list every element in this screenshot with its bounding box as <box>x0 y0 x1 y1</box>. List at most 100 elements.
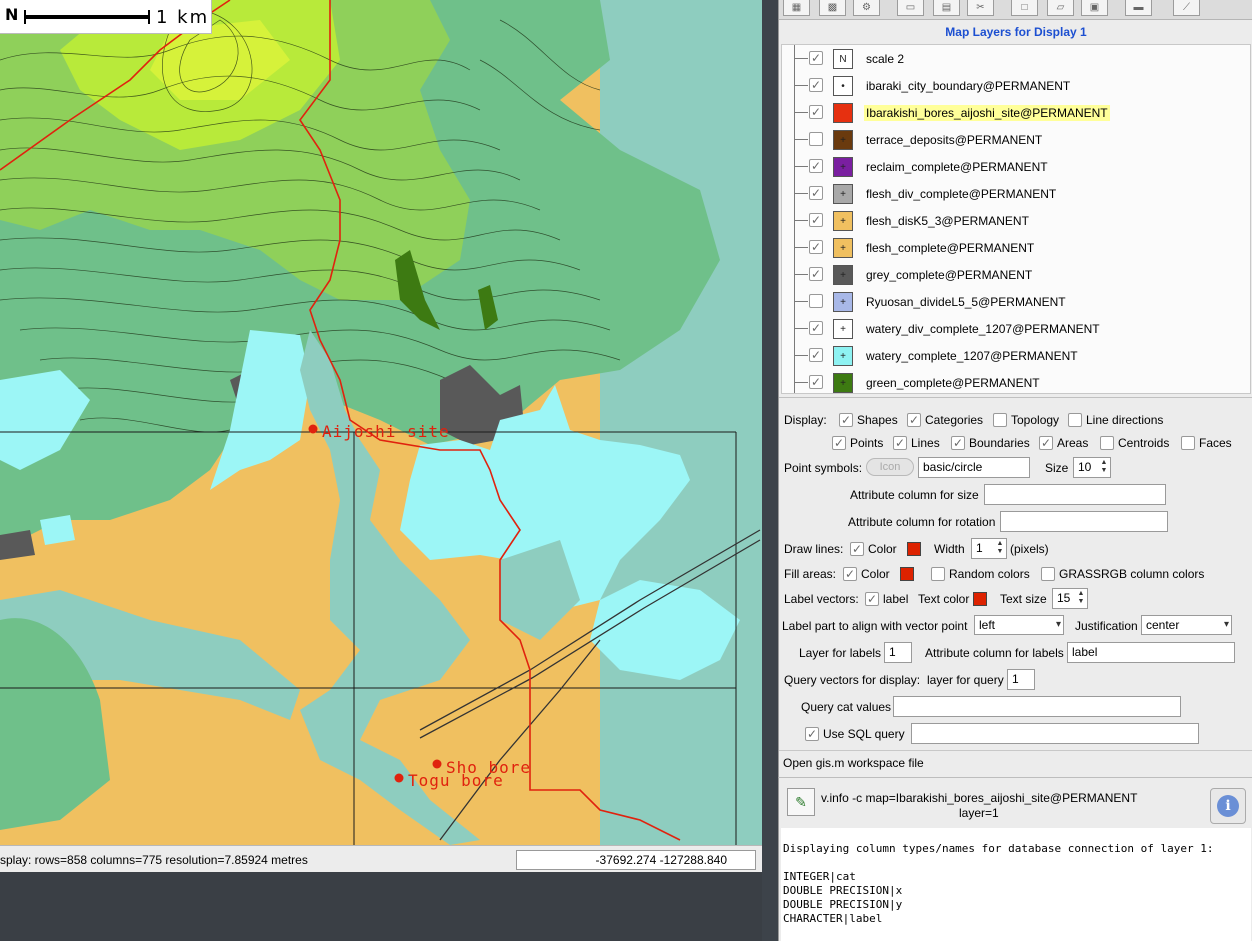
vector-area-icon: + <box>833 346 853 366</box>
topology-checkbox[interactable]: Topology <box>993 412 1059 427</box>
add-raster-icon[interactable]: ▦ <box>783 0 810 16</box>
settings-icon[interactable]: ⟋ <box>1173 0 1200 16</box>
use-sql-checkbox[interactable]: ✓ Use SQL query <box>805 726 905 741</box>
spinner-arrows-icon[interactable]: ▲ ▼ <box>1076 590 1086 607</box>
pane-splitter[interactable] <box>779 397 1252 403</box>
layer-row[interactable]: ✓ + reclaim_complete@PERMANENT <box>782 153 1250 180</box>
sql-query-field[interactable] <box>911 723 1199 744</box>
label-checkbox[interactable]: ✓ label <box>865 591 908 606</box>
text-size-spinner[interactable]: 15 ▲ ▼ <box>1052 588 1088 609</box>
layer-visibility-checkbox[interactable]: ✓ <box>809 186 823 200</box>
layer-name[interactable]: watery_div_complete_1207@PERMANENT <box>864 321 1102 337</box>
attr-rotation-field[interactable] <box>1000 511 1168 532</box>
attr-labels-field[interactable]: label <box>1067 642 1235 663</box>
layer-row[interactable]: ✓ + watery_complete_1207@PERMANENT <box>782 342 1250 369</box>
open-workspace-link[interactable]: Open gis.m workspace file <box>779 750 1252 774</box>
layer-name[interactable]: reclaim_complete@PERMANENT <box>864 159 1050 175</box>
add-rgb-icon[interactable]: ▩ <box>819 0 846 16</box>
line-color-checkbox[interactable]: ✓ Color <box>850 541 897 556</box>
boundaries-checkbox[interactable]: ✓ Boundaries <box>951 435 1030 450</box>
new-workspace-icon[interactable]: □ <box>1011 0 1038 16</box>
bore-point-togu[interactable] <box>394 773 404 783</box>
point-symbols-label: Point symbols: <box>784 461 863 475</box>
layer-visibility-checkbox[interactable]: ✓ <box>809 78 823 92</box>
layer-name[interactable]: green_complete@PERMANENT <box>864 375 1042 391</box>
symbol-field[interactable]: basic/circle <box>918 457 1030 478</box>
command-icon[interactable]: ✎ <box>787 788 815 816</box>
console-output[interactable]: Displaying column types/names for databa… <box>781 828 1251 941</box>
layer-row[interactable]: ✓ • ibaraki_city_boundary@PERMANENT <box>782 72 1250 99</box>
fill-color-checkbox[interactable]: ✓ Color <box>843 566 890 581</box>
layer-name[interactable]: Ryuosan_divideL5_5@PERMANENT <box>864 294 1068 310</box>
layer-visibility-checkbox[interactable] <box>809 132 823 146</box>
layer-row[interactable]: ✓ + watery_div_complete_1207@PERMANENT <box>782 315 1250 342</box>
layer-row[interactable]: ✓ + green_complete@PERMANENT <box>782 369 1250 393</box>
save-icon[interactable]: ▣ <box>1081 0 1108 16</box>
areas-checkbox[interactable]: ✓ Areas <box>1039 435 1088 450</box>
layer-row[interactable]: + Ryuosan_divideL5_5@PERMANENT <box>782 288 1250 315</box>
layer-row[interactable]: ✓ + grey_complete@PERMANENT <box>782 261 1250 288</box>
layer-visibility-checkbox[interactable]: ✓ <box>809 348 823 362</box>
bore-point-aijoshi[interactable] <box>308 424 318 434</box>
map-canvas[interactable]: Aijoshi site Sho bore Togu bore N 1 km <box>0 0 762 845</box>
help-button[interactable]: i <box>1210 788 1246 824</box>
line-color-button[interactable] <box>907 542 921 556</box>
delete-icon[interactable]: ✂ <box>967 0 994 16</box>
layer-visibility-checkbox[interactable]: ✓ <box>809 159 823 173</box>
categories-checkbox[interactable]: ✓ Categories <box>907 412 983 427</box>
layer-name[interactable]: scale 2 <box>864 51 906 67</box>
layer-name[interactable]: flesh_div_complete@PERMANENT <box>864 186 1058 202</box>
layer-visibility-checkbox[interactable]: ✓ <box>809 213 823 227</box>
fill-color-button[interactable] <box>900 567 914 581</box>
shapes-checkbox[interactable]: ✓ Shapes <box>839 412 898 427</box>
layer-row[interactable]: ✓ Ibarakishi_bores_aijoshi_site@PERMANENT <box>782 99 1250 126</box>
line-directions-checkbox[interactable]: Line directions <box>1068 412 1163 427</box>
grassrgb-checkbox[interactable]: GRASSRGB column colors <box>1041 566 1204 581</box>
text-color-button[interactable] <box>973 592 987 606</box>
layer-name[interactable]: watery_complete_1207@PERMANENT <box>864 348 1080 364</box>
layer-name[interactable]: Ibarakishi_bores_aijoshi_site@PERMANENT <box>864 105 1110 121</box>
layer-name[interactable]: grey_complete@PERMANENT <box>864 267 1034 283</box>
layer-row[interactable]: ✓ + flesh_disK5_3@PERMANENT <box>782 207 1250 234</box>
size-spinner[interactable]: 10 ▲ ▼ <box>1073 457 1111 478</box>
layer-visibility-checkbox[interactable]: ✓ <box>809 375 823 389</box>
bore-point-sho[interactable] <box>432 759 442 769</box>
layer-row[interactable]: + terrace_deposits@PERMANENT <box>782 126 1250 153</box>
layer-name[interactable]: ibaraki_city_boundary@PERMANENT <box>864 78 1072 94</box>
layer-tree[interactable]: ✓ Nscale 2 ✓ • ibaraki_city_boundary@PERMANE… <box>781 44 1251 394</box>
width-spinner[interactable]: 1 ▲ ▼ <box>971 538 1007 559</box>
random-colors-checkbox[interactable]: Random colors <box>931 566 1030 581</box>
layer-row[interactable]: ✓ Nscale 2 <box>782 45 1250 72</box>
layer-name[interactable]: flesh_complete@PERMANENT <box>864 240 1036 256</box>
query-cat-field[interactable] <box>893 696 1181 717</box>
layer-for-labels-field[interactable]: 1 <box>884 642 912 663</box>
add-group-icon[interactable]: ▭ <box>897 0 924 16</box>
lines-checkbox[interactable]: ✓ Lines <box>893 435 940 450</box>
spinner-arrows-icon[interactable]: ▲ ▼ <box>995 540 1005 557</box>
attr-size-field[interactable] <box>984 484 1166 505</box>
icon-button[interactable]: Icon <box>866 458 914 476</box>
layer-visibility-checkbox[interactable] <box>809 294 823 308</box>
layer-name[interactable]: flesh_disK5_3@PERMANENT <box>864 213 1031 229</box>
command-text-continued: layer=1 <box>959 806 999 820</box>
print-icon[interactable]: ▬ <box>1125 0 1152 16</box>
add-text-icon[interactable]: ▤ <box>933 0 960 16</box>
justification-select[interactable]: center ▾ <box>1141 615 1232 635</box>
layer-visibility-checkbox[interactable]: ✓ <box>809 105 823 119</box>
justification-label: Justification <box>1075 619 1138 633</box>
layer-name[interactable]: terrace_deposits@PERMANENT <box>864 132 1044 148</box>
layer-row[interactable]: ✓ + flesh_div_complete@PERMANENT <box>782 180 1250 207</box>
add-vector-icon[interactable]: ⚙ <box>853 0 880 16</box>
label-align-select[interactable]: left ▾ <box>974 615 1064 635</box>
layer-visibility-checkbox[interactable]: ✓ <box>809 240 823 254</box>
layer-row[interactable]: ✓ + flesh_complete@PERMANENT <box>782 234 1250 261</box>
layer-visibility-checkbox[interactable]: ✓ <box>809 267 823 281</box>
layer-visibility-checkbox[interactable]: ✓ <box>809 51 823 65</box>
layer-visibility-checkbox[interactable]: ✓ <box>809 321 823 335</box>
points-checkbox[interactable]: ✓ Points <box>832 435 883 450</box>
open-icon[interactable]: ▱ <box>1047 0 1074 16</box>
faces-checkbox[interactable]: Faces <box>1181 435 1232 450</box>
layer-for-query-field[interactable]: 1 <box>1007 669 1035 690</box>
centroids-checkbox[interactable]: Centroids <box>1100 435 1169 450</box>
spinner-arrows-icon[interactable]: ▲ ▼ <box>1099 459 1109 476</box>
